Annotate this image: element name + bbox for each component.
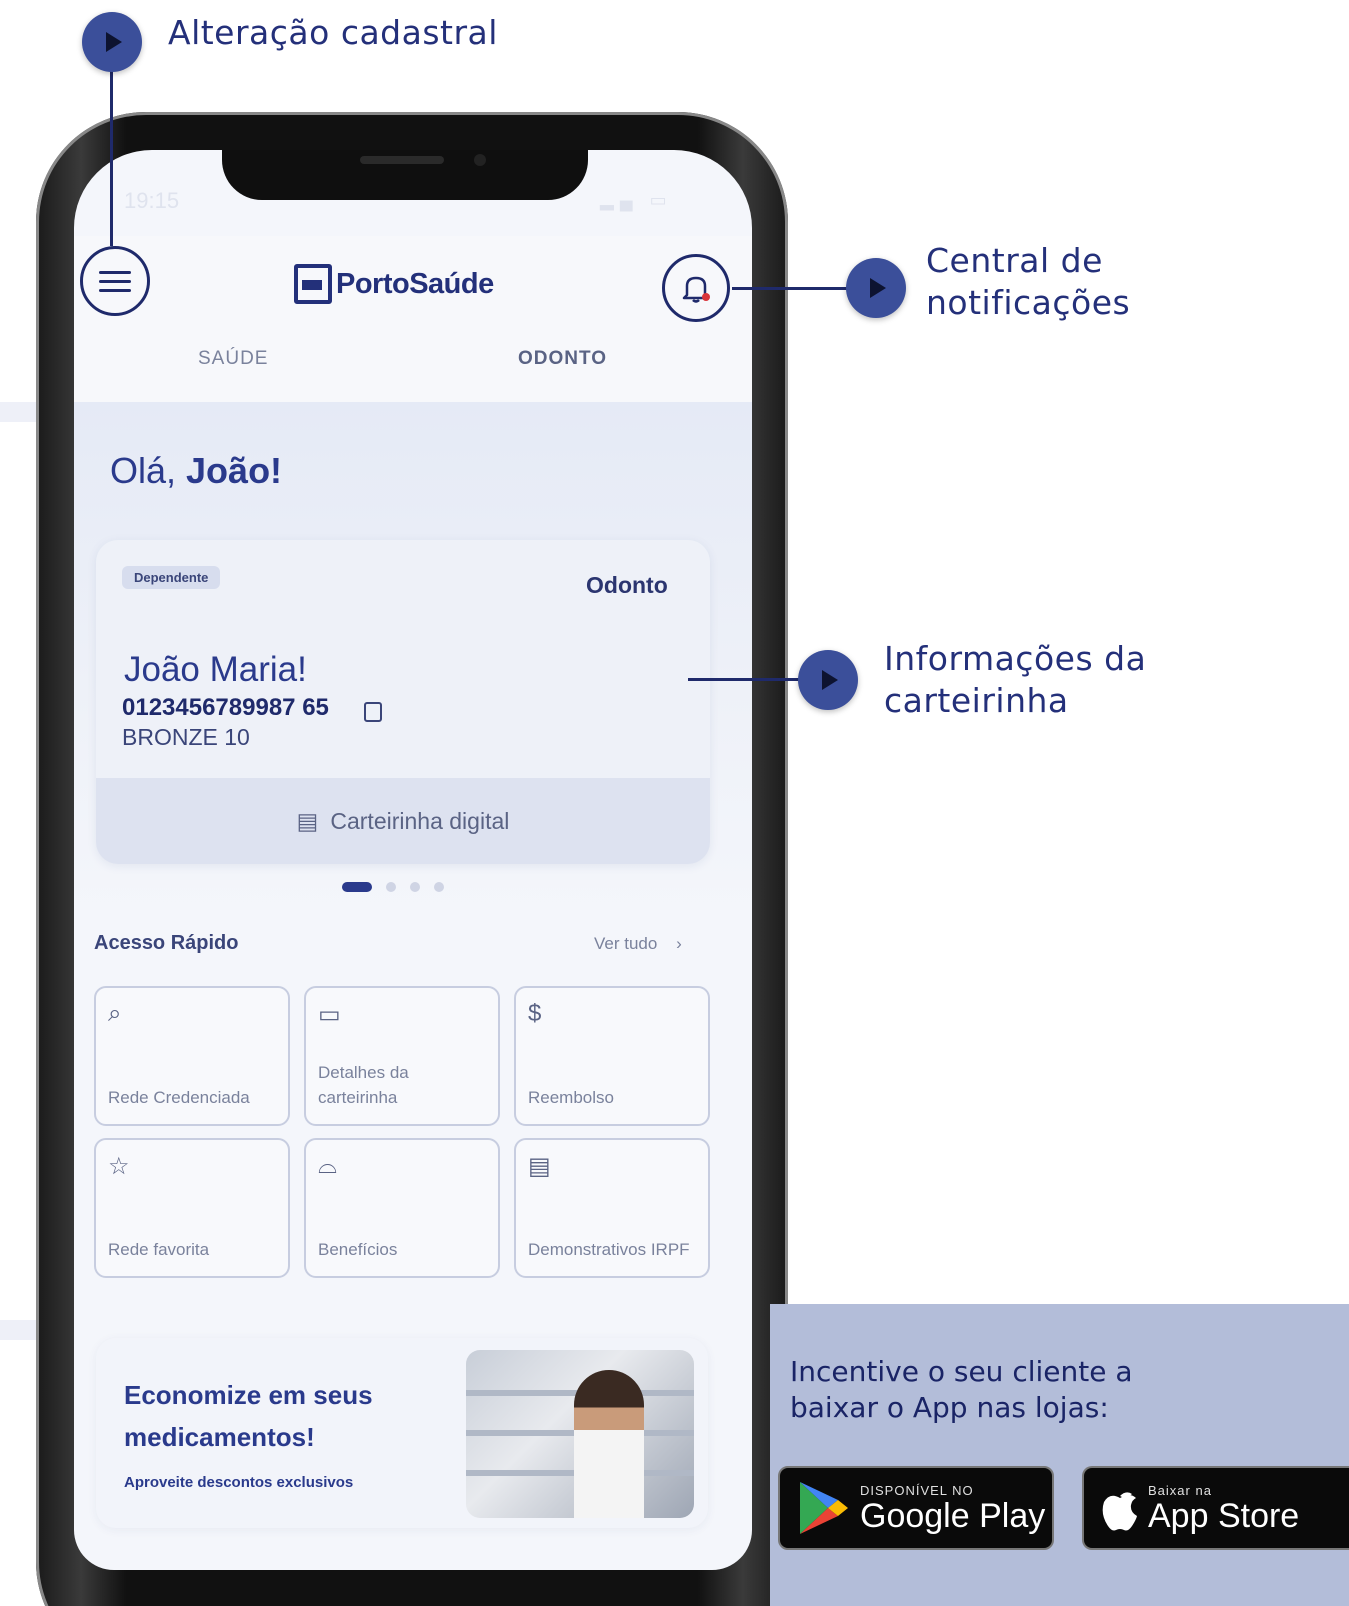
google-play-icon	[800, 1482, 848, 1534]
download-panel	[770, 1304, 1349, 1606]
hamburger-icon	[99, 288, 131, 292]
greeting: Olá, João!	[110, 450, 282, 492]
callout-notifications-line1: Central de	[926, 241, 1103, 280]
copy-icon[interactable]	[364, 702, 382, 722]
chevron-right-icon: ›	[676, 934, 682, 953]
tile-label: Benefícios	[318, 1240, 398, 1259]
tile-beneficios[interactable]: ⌓ Benefícios	[304, 1138, 500, 1278]
card-number: 0123456789987 65	[122, 694, 329, 721]
logo-mark-icon	[294, 264, 332, 304]
promo-title: Economize em seus medicamentos!	[124, 1380, 373, 1452]
tab-saude[interactable]: SAÚDE	[198, 348, 268, 370]
see-all-link[interactable]: Ver tudo ›	[594, 934, 682, 954]
hamburger-icon	[99, 270, 131, 274]
app-header	[74, 236, 752, 402]
google-play-button[interactable]: DISPONÍVEL NO Google Play	[778, 1466, 1054, 1550]
see-all-label: Ver tudo	[594, 934, 658, 953]
search-icon: ⌕	[108, 1000, 122, 1027]
bell-icon	[682, 276, 710, 303]
card-badge: Dependente	[122, 566, 221, 589]
card-icon: ▭	[318, 1001, 341, 1028]
tile-label: Rede Credenciada	[108, 1088, 250, 1107]
app-store-button[interactable]: Baixar na App Store	[1082, 1466, 1349, 1550]
porto-saude-logo: PortoSaúde	[294, 264, 494, 304]
greeting-prefix: Olá,	[110, 450, 187, 491]
status-icons: ▂▄ ▭	[600, 190, 673, 211]
logo-text: PortoSaúde	[336, 267, 494, 300]
google-play-big: Google Play	[860, 1496, 1046, 1535]
card-plan: BRONZE 10	[122, 724, 250, 750]
callout-line	[732, 287, 848, 290]
card-type: Odonto	[586, 572, 668, 598]
pharmacist-photo	[466, 1350, 694, 1518]
tile-label: Reembolso	[528, 1088, 614, 1107]
tile-label: Detalhes da carteirinha	[318, 1063, 409, 1107]
callout-profile-label: Alteração cadastral	[168, 13, 498, 52]
download-text: Incentive o seu cliente a baixar o App n…	[790, 1355, 1133, 1424]
apple-icon	[1102, 1492, 1137, 1531]
callout-line	[110, 68, 113, 246]
tile-label: Demonstrativos IRPF	[528, 1240, 690, 1259]
google-play-small: DISPONÍVEL NO	[860, 1482, 974, 1498]
tile-demonstrativos-irpf[interactable]: ▤ Demonstrativos IRPF	[514, 1138, 710, 1278]
quick-access-title: Acesso Rápido	[94, 932, 239, 954]
digital-card-label: Carteirinha digital	[330, 807, 510, 834]
decorative-band	[0, 402, 36, 422]
battery-icon: ▭	[649, 190, 673, 210]
card-icon: ▤	[296, 807, 319, 834]
promo-subtitle: Aproveite descontos exclusivos	[124, 1474, 354, 1491]
star-icon: ☆	[108, 1153, 130, 1180]
carousel-dots	[342, 882, 444, 892]
signal-icon: ▂▄	[600, 190, 639, 210]
tile-rede-favorita[interactable]: ☆ Rede favorita	[94, 1138, 290, 1278]
play-icon	[798, 650, 858, 710]
tile-rede-credenciada[interactable]: ⌕ Rede Credenciada	[94, 986, 290, 1126]
carousel-dot[interactable]	[434, 882, 444, 892]
greeting-name: João!	[186, 450, 283, 491]
play-icon	[82, 12, 142, 72]
carousel-dot[interactable]	[342, 882, 372, 892]
callout-card-line2: carteirinha	[884, 681, 1069, 720]
gift-icon: ⌓	[318, 1152, 337, 1179]
phone-camera	[474, 154, 486, 166]
play-icon	[846, 258, 906, 318]
document-icon: ▤	[528, 1153, 551, 1180]
card-holder-name: João Maria!	[124, 650, 307, 689]
hamburger-icon	[99, 279, 131, 283]
tab-odonto[interactable]: ODONTO	[518, 348, 607, 370]
phone-speaker	[360, 156, 444, 164]
menu-button[interactable]	[80, 246, 150, 316]
carousel-dot[interactable]	[386, 882, 396, 892]
tile-detalhes-carteirinha[interactable]: ▭ Detalhes da carteirinha	[304, 986, 500, 1126]
decorative-band	[0, 1320, 36, 1340]
app-store-small: Baixar na	[1148, 1482, 1212, 1498]
dollar-icon: $	[528, 1000, 542, 1027]
status-time: 19:15	[124, 188, 180, 213]
carousel-dot[interactable]	[410, 882, 420, 892]
callout-card-line1: Informações da	[884, 639, 1147, 678]
tile-label: Rede favorita	[108, 1240, 210, 1259]
digital-card-button[interactable]: ▤ Carteirinha digital	[96, 778, 710, 864]
tile-reembolso[interactable]: $ Reembolso	[514, 986, 710, 1126]
notifications-button[interactable]	[662, 254, 730, 322]
callout-line	[688, 678, 800, 681]
callout-notifications-label: Central de notificações	[926, 240, 1130, 324]
callout-card-label: Informações da carteirinha	[884, 638, 1146, 722]
callout-notifications-line2: notificações	[926, 283, 1131, 322]
app-store-big: App Store	[1148, 1496, 1300, 1535]
